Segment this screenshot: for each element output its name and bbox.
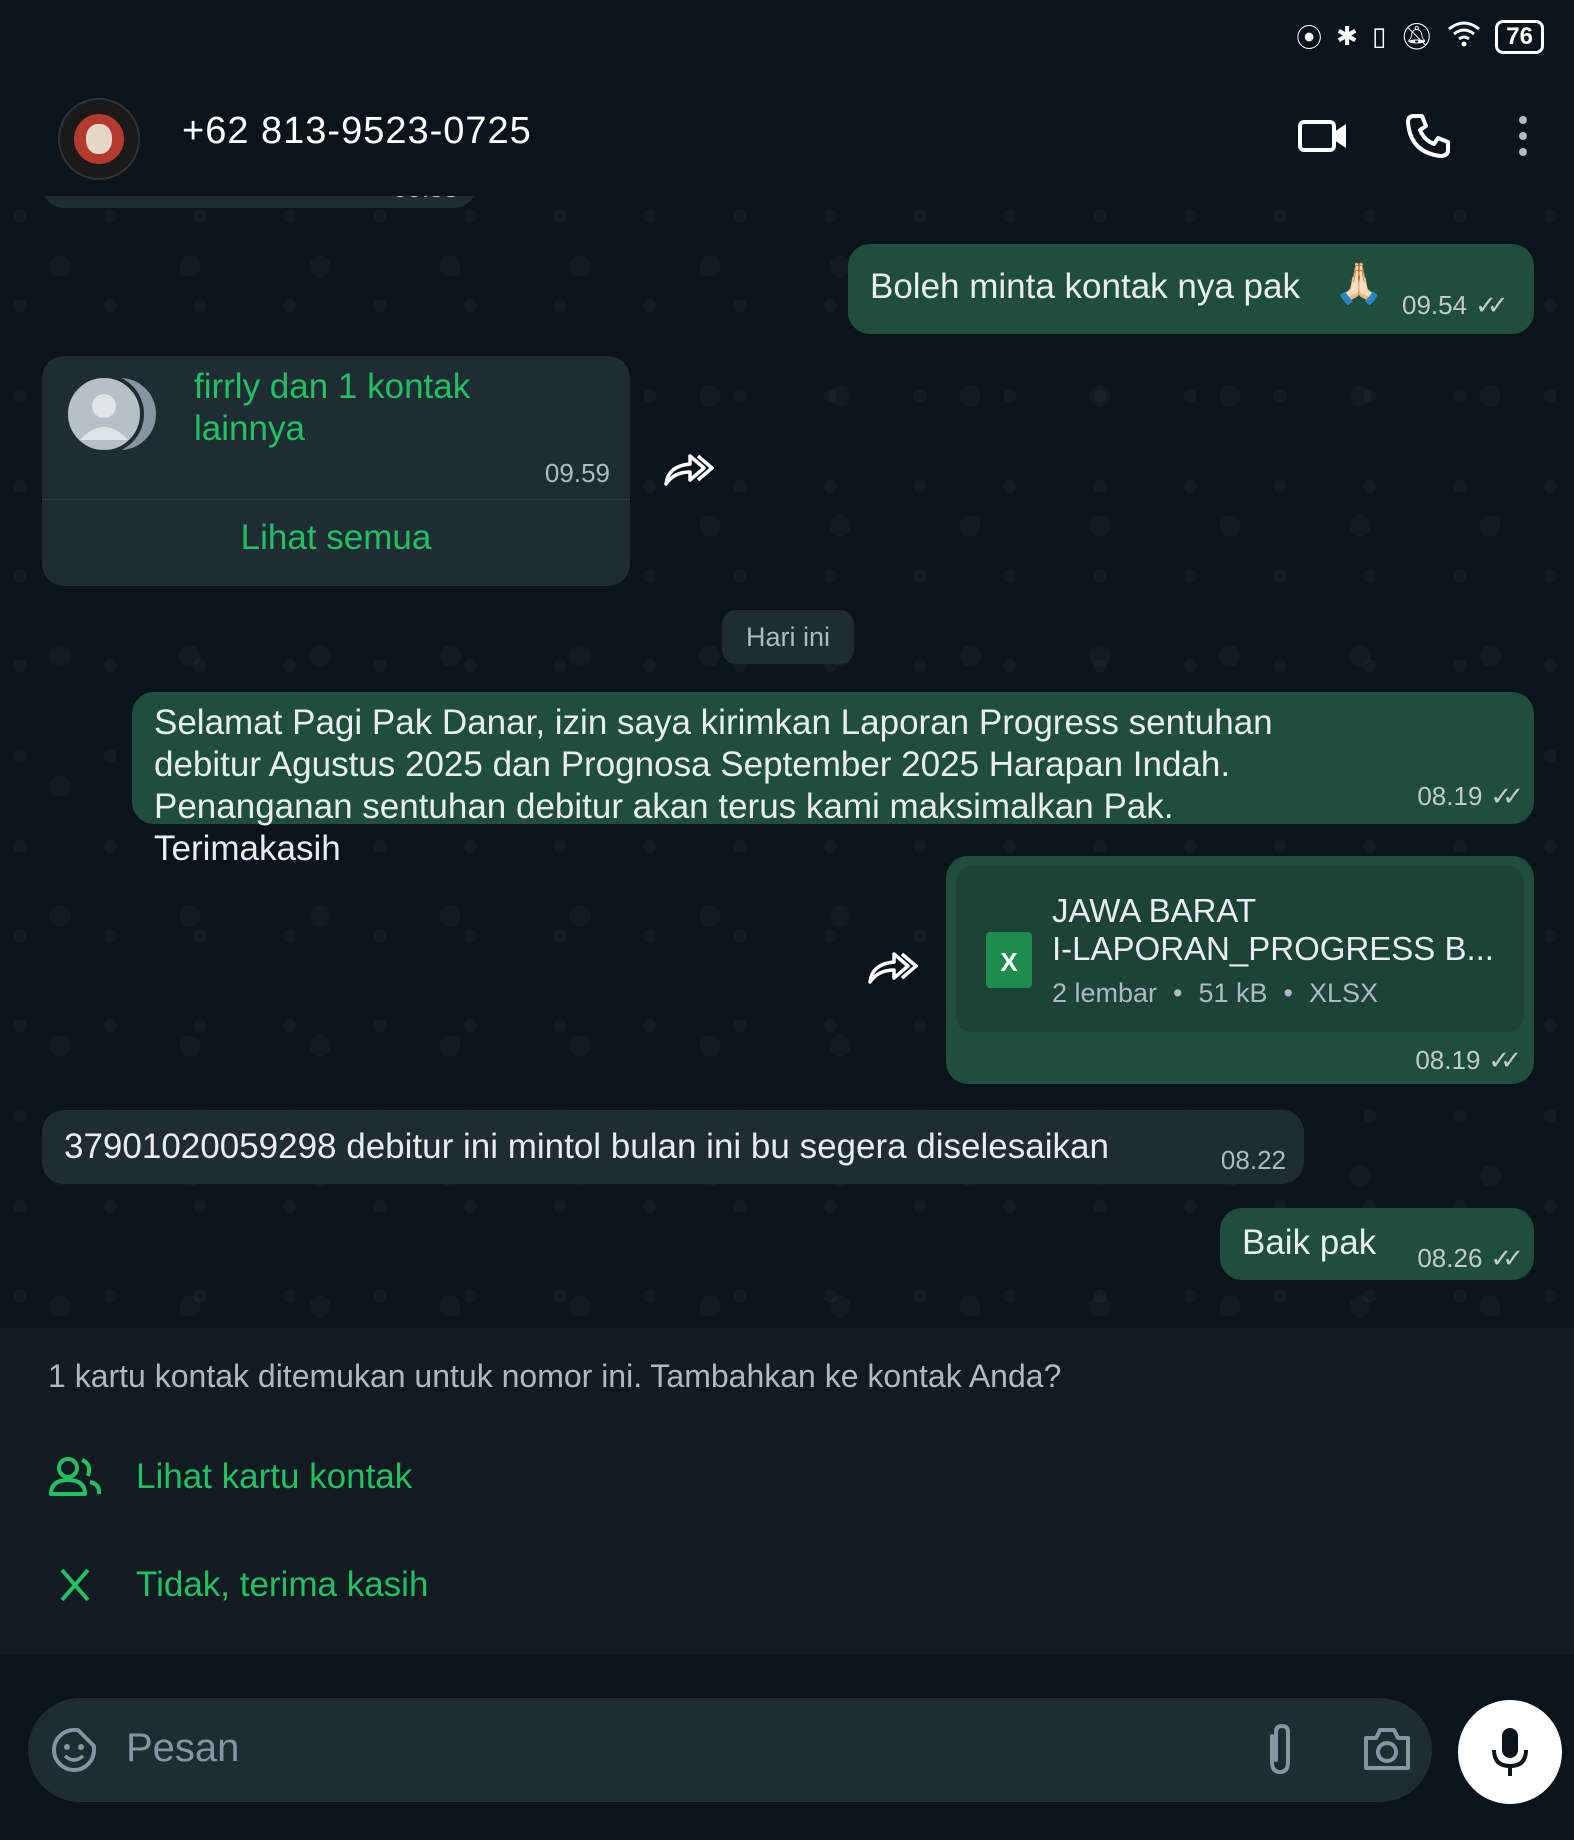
message-meta: 08.26 ✓✓ xyxy=(1417,1243,1523,1274)
close-icon xyxy=(60,1568,90,1602)
read-ticks-icon: ✓✓ xyxy=(1475,290,1508,320)
forward-icon[interactable] xyxy=(866,946,919,988)
microphone-icon xyxy=(1492,1728,1528,1776)
partial-message: 09.53 xyxy=(42,196,476,208)
message-text: Baik pak xyxy=(1242,1223,1377,1262)
contact-avatars-icon xyxy=(64,374,162,454)
excel-file-icon: X xyxy=(986,932,1032,988)
file-size: 51 kB xyxy=(1198,978,1268,1008)
contacts-icon xyxy=(49,1457,102,1496)
message-meta: 08.19 ✓✓ xyxy=(1415,1045,1521,1076)
file-attachment[interactable]: X JAWA BARAT I-LAPORAN_PROGRESS B... 2 l… xyxy=(956,866,1524,1032)
chat-area[interactable]: 09.53 Boleh minta kontak nya pak 🙏🏻 09.5… xyxy=(0,196,1574,1328)
camera-icon[interactable] xyxy=(1362,1726,1412,1777)
outgoing-message[interactable]: Baik pak 08.26 ✓✓ xyxy=(1220,1208,1534,1280)
contact-name[interactable]: +62 813-9523-0725 xyxy=(182,110,532,153)
message-time: 08.26 xyxy=(1417,1243,1483,1273)
outgoing-message[interactable]: Selamat Pagi Pak Danar, izin saya kirimk… xyxy=(132,692,1534,868)
file-name-line1: JAWA BARAT xyxy=(1052,892,1257,929)
dismiss-contact-button[interactable]: Tidak, terima kasih xyxy=(48,1564,428,1606)
mute-icon: 🔕︎ xyxy=(1400,21,1434,51)
bluetooth-icon: ✱ xyxy=(1336,21,1358,51)
outgoing-message[interactable]: Boleh minta kontak nya pak 🙏🏻 09.54 ✓✓ xyxy=(848,244,1534,334)
view-all-button[interactable]: Lihat semua xyxy=(42,518,630,558)
file-message[interactable]: X JAWA BARAT I-LAPORAN_PROGRESS B... 2 l… xyxy=(946,856,1534,1084)
incoming-message[interactable]: 37901020059298 debitur ini mintol bulan … xyxy=(42,1110,1304,1184)
message-composer[interactable]: Pesan xyxy=(28,1698,1432,1802)
more-options-icon[interactable] xyxy=(1516,114,1530,163)
message-time: 08.19 xyxy=(1417,781,1483,811)
voice-message-button[interactable] xyxy=(1458,1700,1562,1804)
sticker-icon[interactable] xyxy=(50,1726,98,1779)
read-ticks-icon: ✓✓ xyxy=(1488,1045,1521,1075)
divider xyxy=(42,499,630,500)
read-ticks-icon: ✓✓ xyxy=(1490,781,1523,811)
wifi-icon xyxy=(1447,19,1481,54)
message-text: Boleh minta kontak nya pak xyxy=(870,267,1300,306)
date-chip: Hari ini xyxy=(722,610,854,664)
message-time: 09.53 xyxy=(393,196,458,204)
attach-icon[interactable] xyxy=(1262,1722,1298,1783)
battery-indicator: 76 xyxy=(1495,19,1544,54)
message-input[interactable]: Pesan xyxy=(126,1726,239,1771)
message-text: 37901020059298 debitur ini mintol bulan … xyxy=(64,1127,1109,1166)
read-ticks-icon: ✓✓ xyxy=(1490,1243,1523,1273)
view-contact-card-button[interactable]: Lihat kartu kontak xyxy=(48,1456,412,1498)
status-bar: ⦿ ✱ ▯ 🔕︎ 76 xyxy=(0,0,1574,76)
contact-card-title: firrly dan 1 kontak lainnya xyxy=(194,367,471,448)
voice-call-icon[interactable] xyxy=(1400,108,1460,164)
file-details: 2 lembar • 51 kB • XLSX xyxy=(1052,978,1379,1008)
dismiss-contact-label: Tidak, terima kasih xyxy=(136,1565,429,1604)
message-meta: 08.19 ✓✓ xyxy=(1417,781,1523,812)
message-time: 09.59 xyxy=(544,458,610,488)
add-contact-prompt: 1 kartu kontak ditemukan untuk nomor ini… xyxy=(0,1328,1574,1654)
forward-icon[interactable] xyxy=(662,448,715,490)
status-icons: ⦿ ✱ ▯ 🔕︎ 76 xyxy=(1296,18,1544,55)
message-time: 08.19 xyxy=(1415,1045,1481,1075)
nfc-icon: ⦿ xyxy=(1296,23,1323,53)
file-pages: 2 lembar xyxy=(1052,978,1158,1008)
video-call-icon[interactable] xyxy=(1294,108,1354,164)
vibrate-icon: ▯ xyxy=(1371,21,1387,51)
message-meta: 09.54 ✓✓ xyxy=(1402,290,1508,321)
message-time: 09.54 xyxy=(1402,290,1468,320)
file-type: XLSX xyxy=(1309,978,1379,1008)
prompt-text: 1 kartu kontak ditemukan untuk nomor ini… xyxy=(48,1358,1062,1394)
view-contact-card-label: Lihat kartu kontak xyxy=(136,1457,413,1496)
avatar[interactable] xyxy=(58,98,140,180)
contact-card-message[interactable]: firrly dan 1 kontak lainnya 09.59 Lihat … xyxy=(42,356,630,586)
chat-header: +62 813-9523-0725 xyxy=(0,76,1574,197)
file-name-line2: I-LAPORAN_PROGRESS B... xyxy=(1052,930,1494,967)
message-text: Selamat Pagi Pak Danar, izin saya kirimk… xyxy=(154,703,1273,868)
message-time: 08.22 xyxy=(1220,1145,1286,1175)
praying-hands-emoji: 🙏🏻 xyxy=(1334,262,1384,306)
